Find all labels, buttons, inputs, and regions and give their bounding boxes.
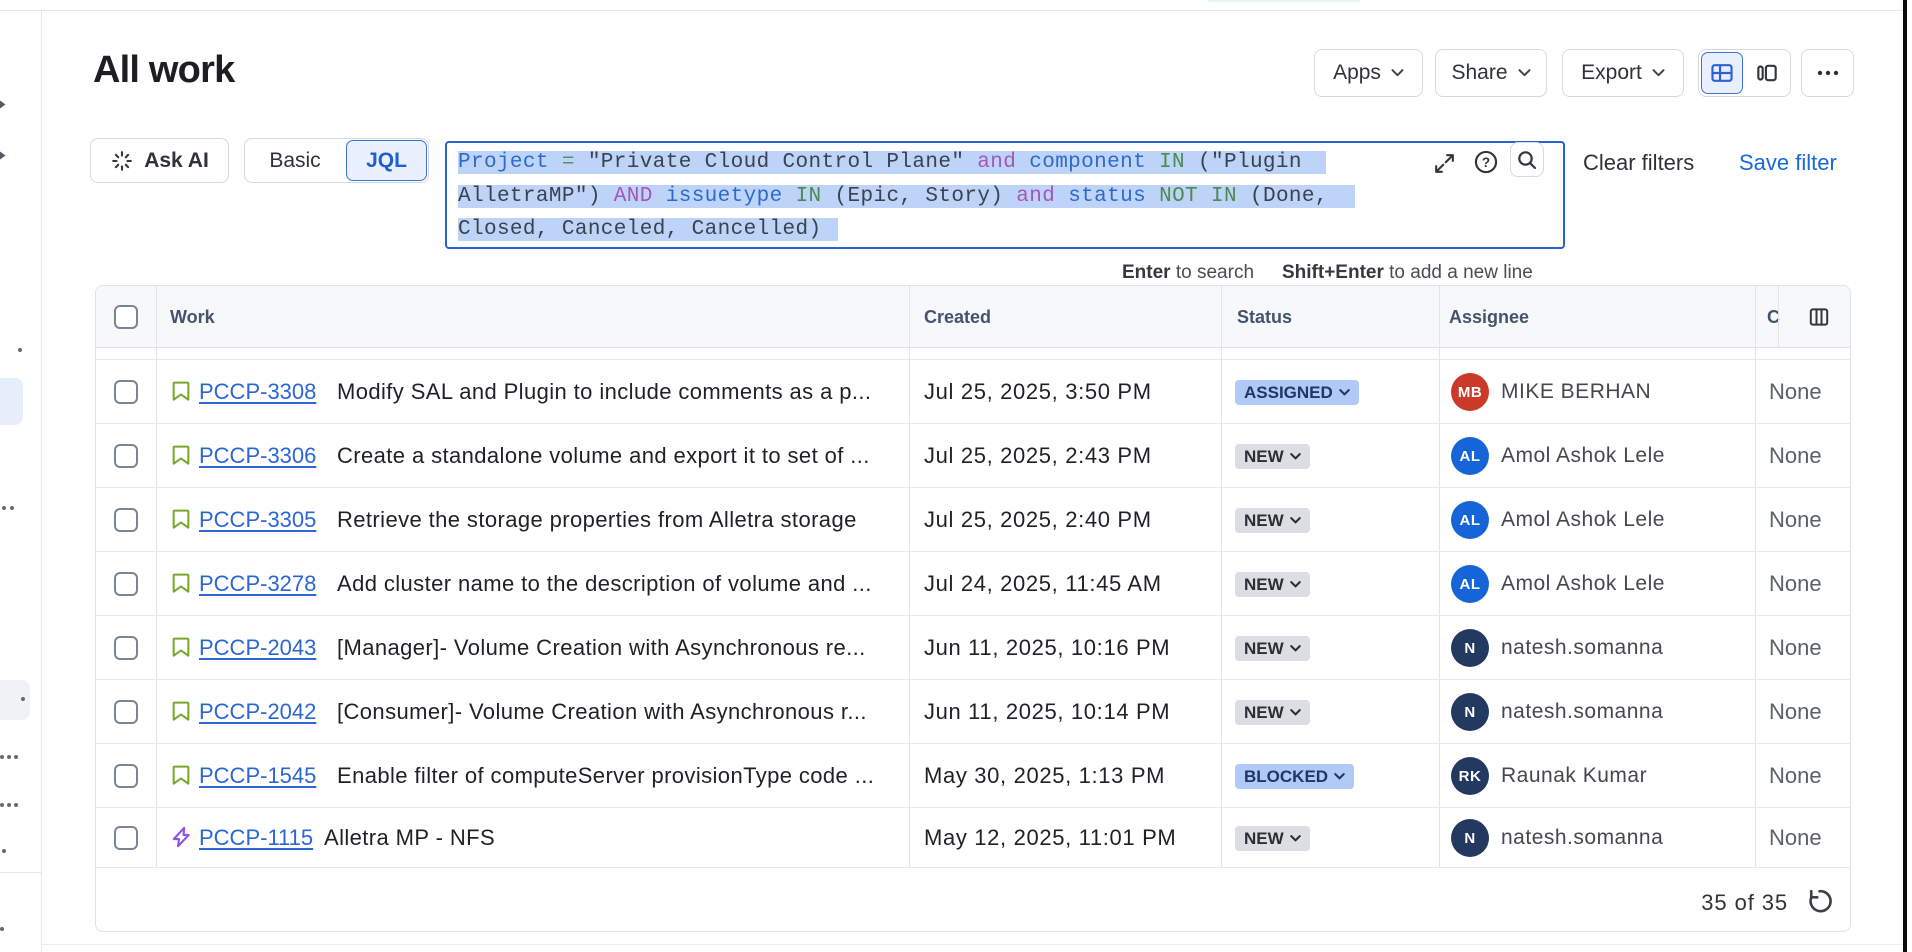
svg-text:?: ?: [1482, 155, 1490, 170]
